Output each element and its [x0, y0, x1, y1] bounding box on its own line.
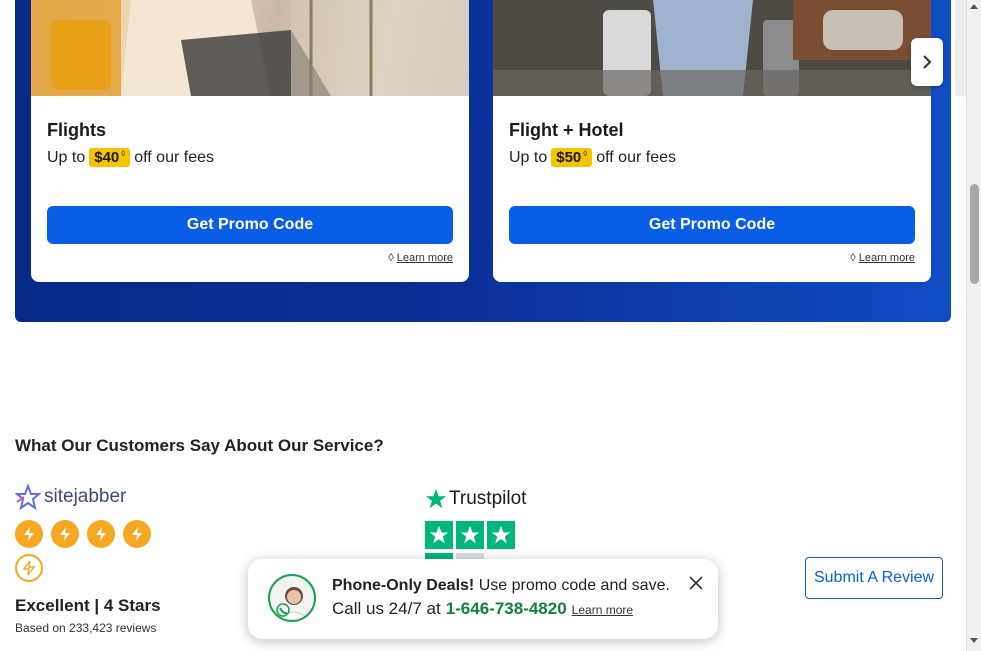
trustpilot-star: [487, 521, 515, 549]
phone-number-link[interactable]: 1-646-738-4820: [446, 599, 567, 619]
trustpilot-stars: [425, 521, 515, 549]
sitejabber-star-empty: [15, 554, 43, 582]
diamond-icon: ◊: [121, 149, 126, 158]
scroll-up-arrow-icon[interactable]: [970, 4, 978, 9]
close-icon: [689, 576, 703, 590]
toast-close-button[interactable]: [686, 573, 706, 593]
lightning-icon: [22, 560, 36, 576]
sitejabber-stars: [15, 520, 151, 582]
vertical-scrollbar[interactable]: [966, 0, 981, 651]
sitejabber-star: [15, 520, 43, 548]
promo-card-flights: Flights Up to $40 ◊ off our fees Get Prom…: [31, 0, 469, 282]
promo-card-subtitle: Up to $50 ◊ off our fees: [509, 148, 676, 167]
promo-prefix: Up to: [509, 148, 548, 166]
learn-more-link[interactable]: Learn more: [859, 252, 915, 264]
toast-text: Use promo code and save.: [478, 577, 670, 594]
toast-bold: Phone-Only Deals!: [332, 577, 475, 594]
promo-card-subtitle: Up to $40 ◊ off our fees: [47, 148, 214, 167]
reviews-heading: What Our Customers Say About Our Service…: [15, 436, 384, 455]
promo-card-flight-hotel: Flight + Hotel Up to $50 ◊ off our fees G…: [493, 0, 931, 282]
promo-suffix: off our fees: [134, 148, 214, 166]
star-icon: [429, 525, 449, 544]
lightning-icon: [24, 527, 34, 541]
sitejabber-star: [87, 520, 115, 548]
trustpilot-star: [425, 521, 453, 549]
page: Flights Up to $40 ◊ off our fees Get Prom…: [0, 0, 981, 651]
toast-headline: Phone-Only Deals! Use promo code and sav…: [332, 577, 670, 595]
promo-card-title: Flights: [47, 120, 106, 140]
phone-deals-toast: Phone-Only Deals! Use promo code and sav…: [248, 559, 718, 639]
promo-suffix: off our fees: [596, 148, 676, 166]
agent-avatar: [268, 574, 316, 622]
submit-review-button[interactable]: Submit A Review: [805, 557, 943, 599]
scroll-down-arrow-icon[interactable]: [970, 638, 978, 643]
get-promo-code-button[interactable]: Get Promo Code: [509, 206, 915, 244]
lightning-icon: [96, 527, 106, 541]
promo-card-title: Flight + Hotel: [509, 120, 624, 140]
discount-amount: $50: [556, 149, 582, 166]
sitejabber-logo-icon: [15, 484, 41, 510]
next-card-edge: [955, 0, 966, 96]
promo-prefix: Up to: [47, 148, 86, 166]
diamond-icon: ◊: [850, 252, 856, 264]
star-icon: [425, 488, 447, 509]
sitejabber-logo-text: sitejabber: [44, 486, 127, 507]
discount-amount: $40: [94, 149, 120, 166]
learn-more-link[interactable]: Learn more: [397, 252, 453, 264]
sitejabber-star: [51, 520, 79, 548]
carousel-next-button[interactable]: [911, 38, 943, 86]
chevron-right-icon: [923, 55, 932, 69]
discount-badge: $50 ◊: [551, 148, 593, 167]
learn-more-row: ◊ Learn more: [388, 252, 453, 264]
promo-image-flight-hotel: [493, 0, 931, 96]
get-promo-code-button[interactable]: Get Promo Code: [47, 206, 453, 244]
trustpilot-logo[interactable]: Trustpilot: [425, 488, 526, 510]
lightning-icon: [132, 527, 142, 541]
lightning-icon: [60, 527, 70, 541]
rating-summary: Excellent | 4 Stars: [15, 596, 161, 615]
toast-call-line: Call us 24/7 at 1-646-738-4820 Learn mor…: [332, 599, 633, 619]
scroll-thumb[interactable]: [970, 184, 979, 284]
diamond-icon: ◊: [583, 149, 588, 158]
diamond-icon: ◊: [388, 252, 394, 264]
star-icon: [491, 525, 511, 544]
review-count: Based on 233,423 reviews: [15, 621, 157, 635]
toast-learn-more-link[interactable]: Learn more: [572, 603, 633, 617]
toast-call-prefix: Call us 24/7 at: [332, 599, 441, 618]
promo-image-flights: [31, 0, 469, 96]
sitejabber-star: [123, 520, 151, 548]
discount-badge: $40 ◊: [89, 148, 131, 167]
star-icon: [460, 525, 480, 544]
sitejabber-logo[interactable]: sitejabber: [15, 484, 126, 510]
trustpilot-logo-text: Trustpilot: [449, 488, 527, 509]
trustpilot-star: [456, 521, 484, 549]
learn-more-row: ◊ Learn more: [850, 252, 915, 264]
